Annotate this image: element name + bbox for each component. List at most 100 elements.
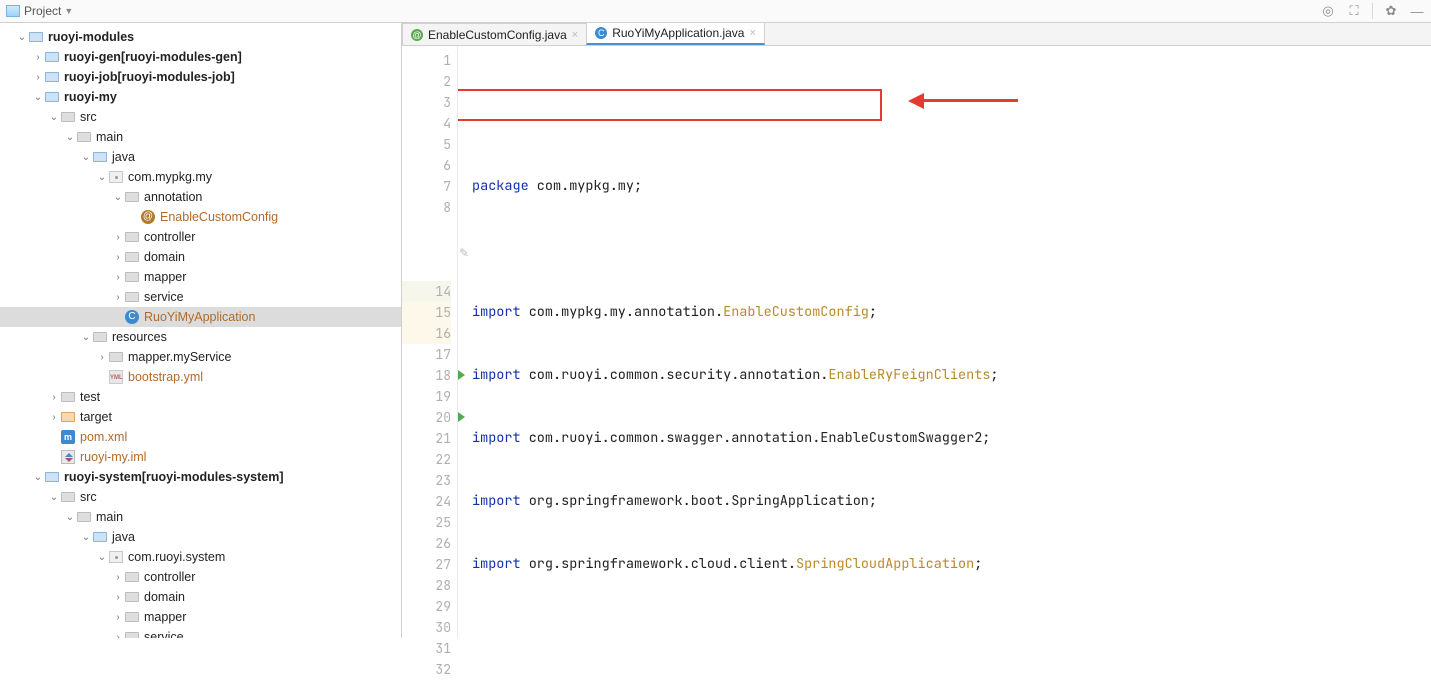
tree-item[interactable]: ⌄ruoyi-system [ruoyi-modules-system] [0,467,401,487]
tree-item[interactable]: ⌄src [0,107,401,127]
expand-toggle-icon[interactable]: › [32,52,44,63]
tree-item[interactable]: ›service [0,627,401,638]
tree-item[interactable]: YMLbootstrap.yml [0,367,401,387]
expand-toggle-icon[interactable]: › [112,272,124,283]
expand-toggle-icon[interactable]: ⌄ [32,92,44,103]
tree-item[interactable]: ⌄com.mypkg.my [0,167,401,187]
gear-icon[interactable]: ✿ [1383,3,1399,19]
expand-toggle-icon[interactable]: › [32,72,44,83]
expand-toggle-icon[interactable]: › [112,232,124,243]
expand-toggle-icon[interactable]: ⌄ [80,532,92,543]
expand-toggle-icon[interactable]: ⌄ [80,332,92,343]
tree-item[interactable]: ⌄java [0,147,401,167]
expand-toggle-icon[interactable]: › [96,352,108,363]
close-icon[interactable]: × [572,29,578,41]
kw-package: package [472,177,529,195]
tree-item[interactable]: ›mapper [0,267,401,287]
expand-toggle-icon[interactable]: ⌄ [48,492,60,503]
expand-toggle-icon[interactable]: › [112,252,124,263]
tree-item[interactable]: ›ruoyi-gen [ruoyi-modules-gen] [0,47,401,67]
tree-item[interactable]: ›domain [0,247,401,267]
tree-item[interactable]: ›service [0,287,401,307]
tree-item[interactable]: mpom.xml [0,427,401,447]
gutter-line: 14 [402,281,451,302]
tree-item[interactable]: ⌄main [0,507,401,527]
tree-item[interactable]: ›target [0,407,401,427]
kw-import: import [472,366,521,384]
gutter-line: 24 [402,491,451,512]
close-icon[interactable]: × [749,27,755,39]
expand-toggle-icon[interactable]: ⌄ [64,132,76,143]
top-toolbar: Project ▼ ◎ ⛶ ✿ — [0,0,1431,23]
tree-item[interactable]: ›mapper [0,607,401,627]
tree-item[interactable]: ›controller [0,567,401,587]
code-class-ref: SpringCloudApplication [796,555,974,573]
gutter-line: 5 [402,134,451,155]
code-text: ; [869,303,877,321]
hide-icon[interactable]: — [1409,3,1425,19]
expand-toggle-icon[interactable]: › [112,592,124,603]
code-text: com.ruoyi.common.swagger.annotation.Enab… [521,429,991,447]
gutter-line: 20 [402,407,451,428]
expand-toggle-icon[interactable]: › [48,392,60,403]
gutter: 12345678✎1415161718192021222324252627282… [402,46,458,638]
tree-item[interactable]: ⌄ruoyi-my [0,87,401,107]
tree-item[interactable]: ›controller [0,227,401,247]
gutter-line: 30 [402,617,451,638]
expand-toggle-icon[interactable]: › [48,412,60,423]
code-area[interactable]: package com.mypkg.my; import com.mypkg.m… [458,46,1431,638]
gutter-line: 25 [402,512,451,533]
editor-tab[interactable]: CRuoYiMyApplication.java× [586,22,765,45]
expand-toggle-icon[interactable]: › [112,292,124,303]
expand-toggle-icon[interactable]: ⌄ [80,152,92,163]
expand-toggle-icon[interactable]: › [112,612,124,623]
expand-toggle-icon[interactable]: › [112,632,124,639]
code-text: org.springframework.cloud.client. [521,555,796,573]
project-icon [6,5,20,17]
expand-toggle-icon[interactable]: ⌄ [16,32,28,43]
tree-item[interactable]: ⌄main [0,127,401,147]
gutter-line: 6 [402,155,451,176]
locate-icon[interactable]: ◎ [1320,3,1336,19]
gutter-line: 19 [402,386,451,407]
expand-icon[interactable]: ⛶ [1346,3,1362,19]
tree-item[interactable]: ›mapper.myService [0,347,401,367]
gutter-line: 1 [402,50,451,71]
project-tree[interactable]: ⌄ruoyi-modules›ruoyi-gen [ruoyi-modules-… [0,23,402,638]
tree-item[interactable]: ›ruoyi-job [ruoyi-modules-job] [0,67,401,87]
tree-item[interactable]: ⌄src [0,487,401,507]
tree-item[interactable]: CRuoYiMyApplication [0,307,401,327]
gutter-line: 2 [402,71,451,92]
expand-toggle-icon[interactable]: ⌄ [112,192,124,203]
code-text: com.ruoyi.common.security.annotation. [521,366,829,384]
expand-toggle-icon[interactable]: ⌄ [96,552,108,563]
expand-toggle-icon[interactable]: ⌄ [96,172,108,183]
gutter-line: 8 [402,197,451,218]
tree-item[interactable]: ⌄annotation [0,187,401,207]
tree-item[interactable]: ›domain [0,587,401,607]
tree-item[interactable]: ›test [0,387,401,407]
gutter-line: 31 [402,638,451,659]
expand-toggle-icon[interactable]: ⌄ [32,472,44,483]
expand-toggle-icon[interactable]: ⌄ [64,512,76,523]
gutter-line: 23 [402,470,451,491]
tree-item[interactable]: ⌄java [0,527,401,547]
gutter-line: 21 [402,428,451,449]
tree-item[interactable]: ⌄resources [0,327,401,347]
code-class-ref: EnableRyFeignClients [828,366,990,384]
tree-item[interactable]: @EnableCustomConfig [0,207,401,227]
tree-item[interactable]: ⌄ruoyi-modules [0,27,401,47]
kw-import: import [472,303,521,321]
editor-tabs: @EnableCustomConfig.java×CRuoYiMyApplica… [402,23,1431,46]
expand-toggle-icon[interactable]: › [112,572,124,583]
kw-import: import [472,429,521,447]
highlight-box [458,89,882,121]
toolbar-separator [1372,3,1373,19]
editor-tab[interactable]: @EnableCustomConfig.java× [402,23,587,45]
gutter-line: 16 [402,323,451,344]
tree-item[interactable]: ruoyi-my.iml [0,447,401,467]
gutter-line: 28 [402,575,451,596]
tree-item[interactable]: ⌄com.ruoyi.system [0,547,401,567]
project-dropdown[interactable]: Project ▼ [24,4,73,18]
expand-toggle-icon[interactable]: ⌄ [48,112,60,123]
